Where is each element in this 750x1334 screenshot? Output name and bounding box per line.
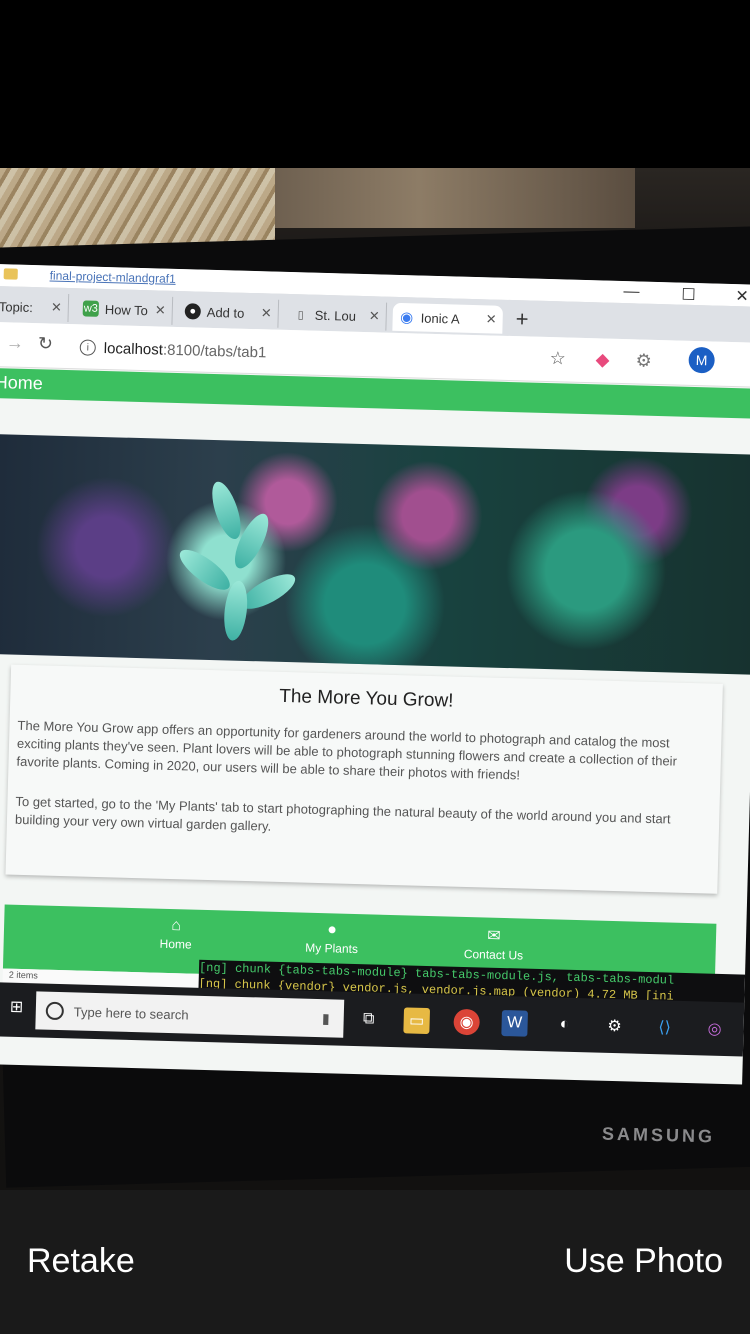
- reload-icon[interactable]: ↻: [38, 333, 54, 354]
- browser-tab-topic[interactable]: Topic: ✕: [0, 291, 70, 323]
- camera-action-bar: Retake Use Photo: [0, 1190, 750, 1334]
- home-icon: ⌂: [171, 917, 182, 935]
- bookmark-star-icon[interactable]: ☆: [549, 348, 566, 369]
- succulent-leaf: [174, 543, 236, 597]
- app-icon[interactable]: ◎: [701, 1015, 728, 1042]
- browser-tab-ionic[interactable]: ◉ Ionic A ✕: [392, 302, 504, 334]
- tab-contact-us[interactable]: ✉ Contact Us: [423, 924, 564, 964]
- forward-arrow-icon[interactable]: →: [6, 332, 25, 353]
- browser-tab-st-lou[interactable]: ▯ St. Lou ✕: [286, 299, 388, 331]
- terminal-edge: [713, 924, 747, 985]
- mail-icon: ✉: [487, 927, 501, 945]
- window-title: final-project-mlandgraf1: [49, 268, 176, 286]
- close-window-button[interactable]: ✕: [735, 286, 749, 306]
- retake-button[interactable]: Retake: [27, 1242, 135, 1281]
- close-tab-icon[interactable]: ✕: [51, 300, 62, 316]
- file-explorer-icon[interactable]: ▭: [403, 1007, 431, 1035]
- cortana-icon: [45, 1001, 65, 1021]
- card-title: The More You Grow!: [278, 685, 454, 712]
- word-icon[interactable]: W: [501, 1010, 528, 1037]
- profile-avatar[interactable]: M: [688, 346, 716, 374]
- windows-start-icon[interactable]: ⊞: [10, 997, 24, 1017]
- settings-gear-icon[interactable]: ⚙: [601, 1013, 628, 1040]
- minimize-button[interactable]: —: [623, 283, 639, 301]
- close-tab-icon[interactable]: ✕: [486, 311, 497, 327]
- vscode-icon[interactable]: ⟨⟩: [651, 1014, 678, 1041]
- monitor-screen: final-project-mlandgraf1 — ☐ ✕ Topic: ✕ …: [0, 264, 750, 1085]
- tab-label: St. Lou: [314, 307, 357, 324]
- card-paragraph-intro: The More You Grow app offers an opportun…: [16, 717, 678, 783]
- tab-label: My Plants: [305, 940, 359, 957]
- tab-label: Home: [159, 936, 192, 952]
- wall-background: [275, 168, 635, 228]
- wall-artwork: [0, 168, 275, 248]
- search-placeholder: Type here to search: [73, 1003, 189, 1023]
- extension-icon[interactable]: ◆: [595, 349, 609, 370]
- tab-label: Topic:: [0, 298, 34, 315]
- address-bar[interactable]: i localhost:8100/tabs/tab1: [79, 334, 530, 372]
- hero-image: [0, 433, 750, 675]
- task-view-icon[interactable]: ⧉: [355, 1006, 382, 1033]
- close-tab-icon[interactable]: ✕: [369, 308, 380, 324]
- card-paragraph-getting-started: To get started, go to the 'My Plants' ta…: [14, 793, 671, 834]
- maximize-button[interactable]: ☐: [681, 285, 696, 305]
- taskbar-search[interactable]: Type here to search ▮: [35, 991, 345, 1038]
- leaf-icon: ●: [327, 921, 338, 939]
- octocat-icon: ●: [184, 303, 202, 320]
- succulent-leaf: [206, 478, 247, 543]
- browser-tab-how-to[interactable]: w3 How To ✕: [76, 294, 174, 325]
- tab-label: How To: [104, 301, 149, 318]
- camera-photo-preview: final-project-mlandgraf1 — ☐ ✕ Topic: ✕ …: [0, 168, 750, 1190]
- microphone-icon[interactable]: ▮: [322, 1010, 330, 1027]
- steam-icon[interactable]: ◐: [551, 1011, 578, 1038]
- url-host: localhost: [103, 339, 164, 359]
- tab-my-plants[interactable]: ● My Plants: [261, 919, 402, 957]
- tab-label: Ionic A: [420, 310, 460, 327]
- close-tab-icon[interactable]: ✕: [261, 305, 272, 321]
- folder-icon: [3, 268, 18, 280]
- tab-label: Add to: [206, 304, 245, 321]
- intro-card: The More You Grow! The More You Grow app…: [5, 664, 723, 894]
- chrome-icon[interactable]: ◉: [453, 1008, 481, 1036]
- extension-puzzle-icon[interactable]: ⚙: [635, 350, 652, 371]
- tab-label: Contact Us: [463, 946, 524, 963]
- ionic-icon: ◉: [399, 309, 414, 327]
- close-tab-icon[interactable]: ✕: [155, 302, 166, 318]
- use-photo-button[interactable]: Use Photo: [564, 1242, 723, 1281]
- url-path: :8100/tabs/tab1: [162, 341, 267, 361]
- browser-tab-add-to[interactable]: ● Add to ✕: [178, 297, 280, 328]
- doc-icon: ▯: [297, 308, 304, 321]
- page-title: Home: [0, 372, 44, 394]
- w3-icon: w3: [82, 300, 100, 317]
- info-icon[interactable]: i: [79, 339, 96, 356]
- new-tab-button[interactable]: +: [515, 306, 529, 332]
- item-count: 2 items: [8, 969, 38, 981]
- tab-home[interactable]: ⌂ Home: [106, 915, 247, 953]
- monitor-brand-logo: SAMSUNG: [601, 1123, 716, 1147]
